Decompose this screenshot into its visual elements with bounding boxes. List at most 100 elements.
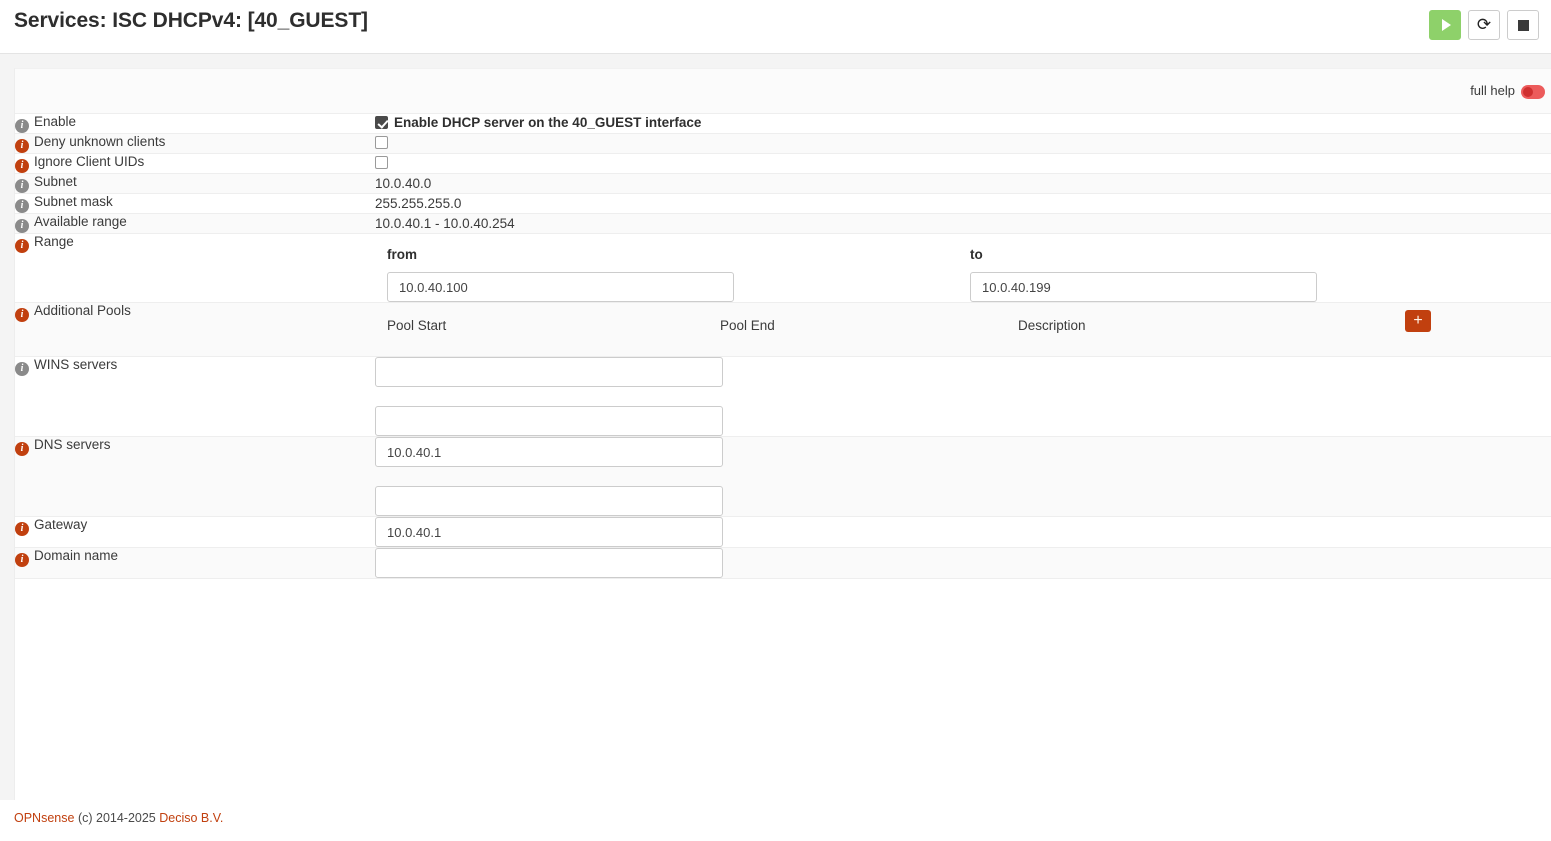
ignore-client-uids-checkbox[interactable] [375, 156, 388, 169]
info-icon[interactable]: i [15, 139, 29, 153]
row-value-additional-pools: Pool Start Pool End Description + [375, 302, 1551, 357]
stop-icon [1517, 19, 1529, 31]
range-to-header: to [970, 247, 983, 262]
table-row: i Subnet mask 255.255.255.0 [15, 193, 1551, 214]
row-value-deny-unknown-clients [375, 133, 1551, 154]
deciso-link[interactable]: Deciso B.V. [159, 811, 223, 825]
label-text: Additional Pools [34, 303, 131, 318]
page-title: Services: ISC DHCPv4: [40_GUEST] [14, 9, 368, 32]
table-row: i DNS servers [15, 436, 1551, 517]
row-label-available-range: i Available range [15, 213, 375, 234]
enable-checkbox-label: Enable DHCP server on the 40_GUEST inter… [394, 115, 702, 130]
label-text: Deny unknown clients [34, 134, 166, 149]
pool-end-header: Pool End [720, 318, 775, 333]
info-icon[interactable]: i [15, 219, 29, 233]
copyright-text: (c) 2014-2025 [77, 811, 156, 825]
row-label-dns-servers: i DNS servers [15, 436, 375, 517]
page-header: Services: ISC DHCPv4: [40_GUEST] ⟳ [0, 0, 1551, 54]
label-text: Ignore Client UIDs [34, 154, 145, 169]
deny-unknown-clients-checkbox[interactable] [375, 136, 388, 149]
info-icon[interactable]: i [15, 159, 29, 173]
row-value-ignore-client-uids [375, 153, 1551, 174]
info-icon[interactable]: i [15, 239, 29, 253]
table-row: i WINS servers [15, 356, 1551, 437]
info-icon[interactable]: i [15, 199, 29, 213]
row-label-subnet-mask: i Subnet mask [15, 193, 375, 214]
dns-server-input-2[interactable] [375, 486, 723, 516]
full-help-label: full help [1470, 83, 1515, 98]
range-from-input[interactable] [387, 272, 734, 302]
settings-panel: full help i Enable Enable DHCP server on … [14, 68, 1551, 800]
domain-name-input[interactable] [375, 548, 723, 578]
play-icon [1441, 19, 1451, 31]
table-row: i Available range 10.0.40.1 - 10.0.40.254 [15, 213, 1551, 234]
table-row: i Ignore Client UIDs [15, 153, 1551, 174]
gateway-input[interactable] [375, 517, 723, 547]
row-value-gateway [375, 516, 1551, 548]
label-text: Gateway [34, 517, 88, 532]
pool-description-header: Description [1018, 318, 1086, 333]
available-range-value: 10.0.40.1 - 10.0.40.254 [375, 216, 515, 231]
pools-table-header: Pool Start Pool End Description + [375, 310, 1551, 342]
enable-checkbox[interactable] [375, 116, 388, 129]
row-label-ignore-client-uids: i Ignore Client UIDs [15, 153, 375, 174]
table-row: i Subnet 10.0.40.0 [15, 173, 1551, 194]
info-icon[interactable]: i [15, 308, 29, 322]
restart-service-button[interactable]: ⟳ [1468, 10, 1500, 40]
full-help-row: full help [15, 69, 1551, 114]
row-value-subnet: 10.0.40.0 [375, 173, 1551, 194]
opnsense-link[interactable]: OPNsense [14, 811, 74, 825]
info-icon[interactable]: i [15, 362, 29, 376]
row-value-enable: Enable DHCP server on the 40_GUEST inter… [375, 114, 1551, 134]
label-text: Subnet mask [34, 194, 113, 209]
row-value-subnet-mask: 255.255.255.0 [375, 193, 1551, 214]
row-label-range: i Range [15, 233, 375, 303]
row-label-gateway: i Gateway [15, 516, 375, 548]
range-from-header: from [387, 247, 417, 262]
table-row: i Additional Pools Pool Start Pool End De… [15, 302, 1551, 357]
row-value-dns-servers [375, 436, 1551, 517]
range-inputs [375, 272, 1551, 302]
info-icon[interactable]: i [15, 553, 29, 567]
range-subheaders: from to [375, 242, 1551, 272]
info-icon[interactable]: i [15, 179, 29, 193]
restart-icon: ⟳ [1476, 14, 1492, 35]
table-row: i Domain name [15, 547, 1551, 579]
table-row: i Range from to [15, 233, 1551, 303]
row-label-additional-pools: i Additional Pools [15, 302, 375, 357]
row-label-subnet: i Subnet [15, 173, 375, 194]
content-area: full help i Enable Enable DHCP server on … [0, 54, 1551, 800]
dns-server-input-1[interactable] [375, 437, 723, 467]
info-icon[interactable]: i [15, 442, 29, 456]
table-row: i Gateway [15, 516, 1551, 548]
label-text: Available range [34, 214, 127, 229]
row-value-available-range: 10.0.40.1 - 10.0.40.254 [375, 213, 1551, 234]
table-row: i Enable Enable DHCP server on the 40_GUE… [15, 114, 1551, 134]
subnet-value: 10.0.40.0 [375, 176, 432, 191]
range-to-input[interactable] [970, 272, 1317, 302]
row-label-enable: i Enable [15, 114, 375, 134]
label-text: Domain name [34, 548, 119, 563]
row-label-deny-unknown-clients: i Deny unknown clients [15, 133, 375, 154]
dhcp-settings-table: i Enable Enable DHCP server on the 40_GUE… [15, 114, 1551, 579]
info-icon[interactable]: i [15, 522, 29, 536]
label-text: DNS servers [34, 437, 111, 452]
pool-start-header: Pool Start [387, 318, 447, 333]
wins-server-input-1[interactable] [375, 357, 723, 387]
row-value-domain-name [375, 547, 1551, 579]
table-row: i Deny unknown clients [15, 133, 1551, 154]
row-label-wins-servers: i WINS servers [15, 356, 375, 437]
toggle-knob [1523, 87, 1533, 97]
stop-service-button[interactable] [1507, 10, 1539, 40]
full-help-toggle[interactable] [1521, 85, 1545, 99]
label-text: Subnet [34, 174, 77, 189]
subnet-mask-value: 255.255.255.0 [375, 196, 462, 211]
label-text: Enable [34, 114, 77, 129]
start-service-button[interactable] [1429, 10, 1461, 40]
label-text: WINS servers [34, 357, 118, 372]
add-pool-button[interactable]: + [1405, 310, 1431, 332]
wins-server-input-2[interactable] [375, 406, 723, 436]
page-footer: OPNsense (c) 2014-2025 Deciso B.V. [0, 800, 1551, 841]
service-actions: ⟳ [1429, 10, 1539, 40]
info-icon[interactable]: i [15, 119, 29, 133]
